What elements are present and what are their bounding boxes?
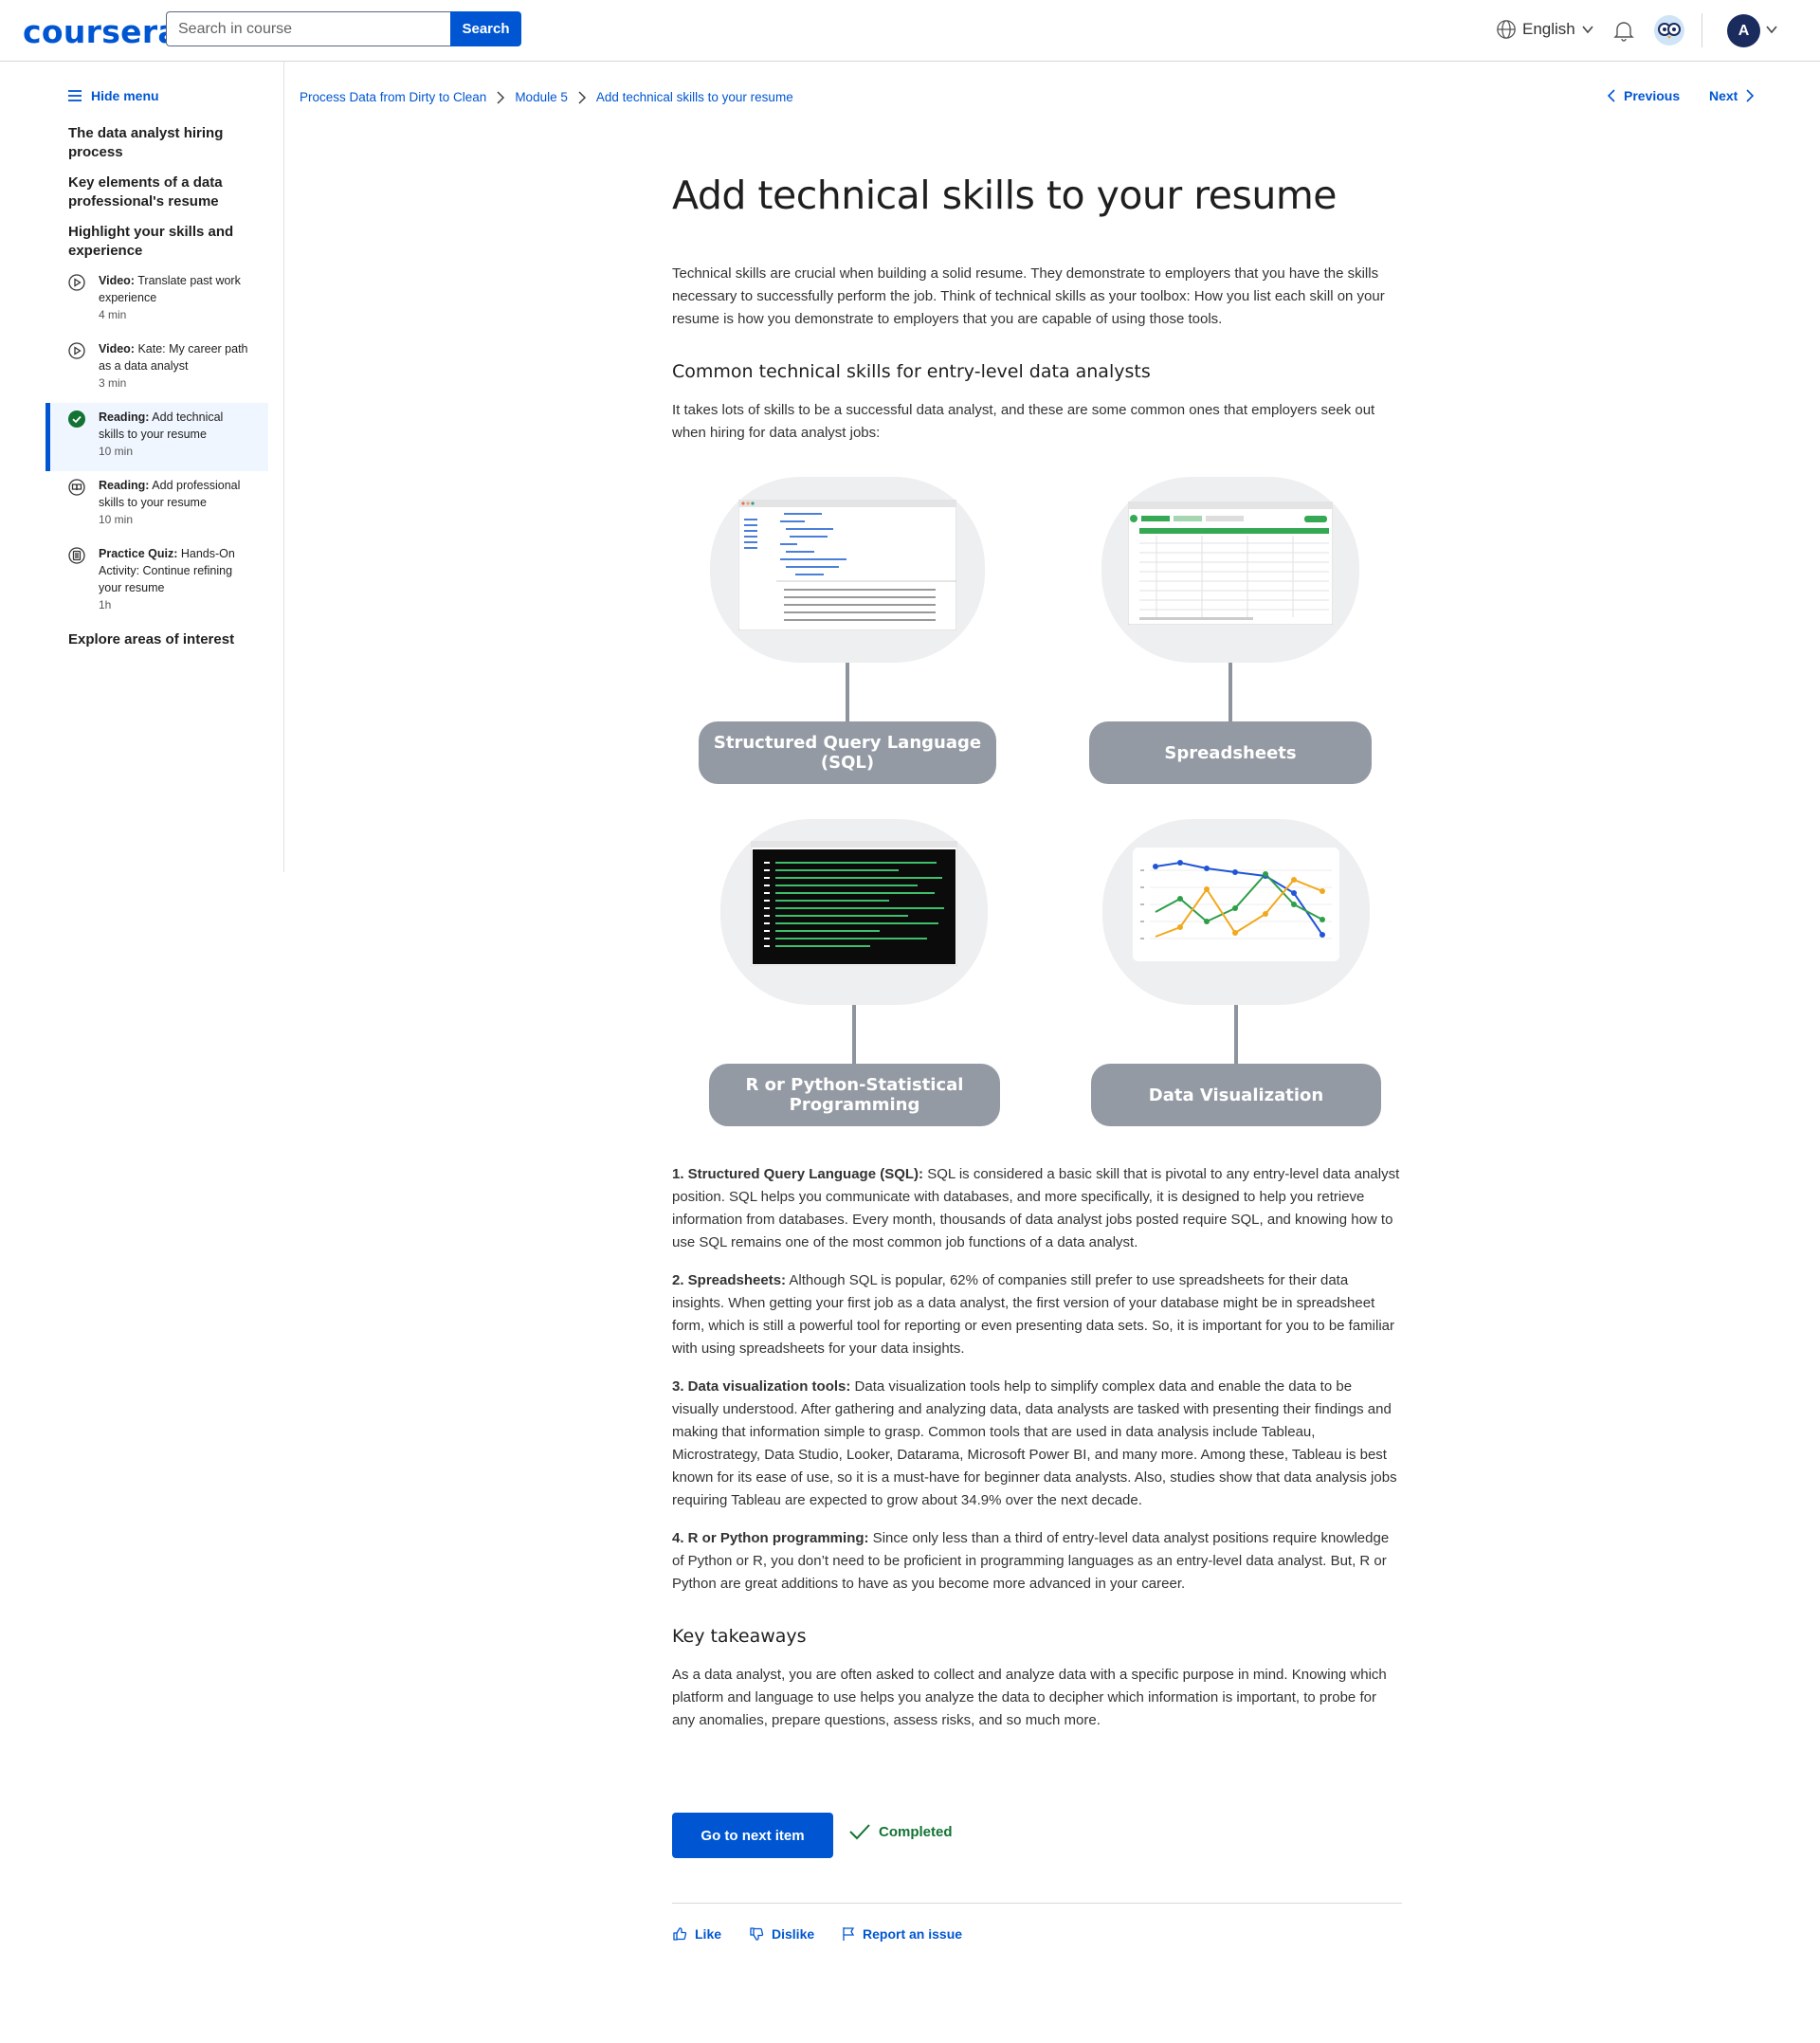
completed-status: Completed [848, 1822, 953, 1841]
list-item-lead: 3. Data visualization tools: [672, 1378, 851, 1395]
hide-menu-button[interactable]: Hide menu [68, 88, 159, 103]
sidebar-item-reading-technical[interactable]: Reading: Add technical skills to your re… [46, 403, 268, 471]
sidebar-item-practice-quiz[interactable]: Practice Quiz: Hands-On Activity: Contin… [46, 545, 268, 613]
book-icon [68, 479, 85, 496]
subintro-paragraph: It takes lots of skills to be a successf… [672, 402, 1375, 441]
sidebar-item-video-translate[interactable]: Video: Translate past work experience 4 … [46, 272, 268, 323]
coach-owl-icon[interactable] [1654, 15, 1684, 46]
chevron-right-icon [1746, 89, 1755, 102]
breadcrumb-module[interactable]: Module 5 [515, 90, 568, 104]
breadcrumb-item[interactable]: Add technical skills to your resume [596, 90, 793, 104]
chevron-right-icon [578, 90, 586, 104]
chevron-right-icon [497, 90, 505, 104]
go-to-next-item-button[interactable]: Go to next item [672, 1813, 833, 1858]
list-item: 2. Spreadsheets: Although SQL is popular… [672, 1269, 1402, 1360]
flag-icon [843, 1927, 855, 1941]
quiz-icon [68, 547, 85, 564]
language-label: English [1522, 20, 1575, 38]
search-button[interactable]: Search [450, 11, 521, 46]
spreadsheets-connector [1228, 663, 1232, 721]
spreadsheet-image [1128, 502, 1333, 625]
menu-icon [68, 90, 82, 101]
like-label: Like [695, 1926, 722, 1942]
sql-connector [846, 663, 849, 721]
line-chart-image [1133, 848, 1339, 961]
item-duration: 4 min [99, 308, 127, 321]
list-item: 1. Structured Query Language (SQL): SQL … [672, 1163, 1402, 1254]
avatar[interactable]: A [1727, 14, 1760, 47]
section-highlight-skills[interactable]: Highlight your skills and experience [68, 223, 258, 261]
chevron-down-icon [1582, 26, 1593, 34]
takeaways-heading: Key takeaways [672, 1626, 807, 1647]
list-item-text: Data visualization tools help to simplif… [672, 1378, 1397, 1508]
programming-label: R or Python-Statistical Programming [709, 1064, 1000, 1126]
viz-connector [1234, 1005, 1238, 1064]
check-complete-icon [68, 410, 85, 428]
hide-menu-label: Hide menu [91, 88, 159, 103]
globe-icon [1497, 20, 1516, 39]
list-item: 3. Data visualization tools: Data visual… [672, 1376, 1402, 1512]
chevron-down-icon[interactable] [1765, 23, 1778, 36]
previous-label: Previous [1624, 88, 1681, 103]
spreadsheets-label: Spreadsheets [1089, 721, 1372, 784]
next-button[interactable]: Next [1709, 88, 1755, 103]
item-duration: 10 min [99, 445, 134, 458]
like-button[interactable]: Like [672, 1926, 721, 1942]
reading-content: Add technical skills to your resume Tech… [672, 171, 1402, 1732]
bell-icon [1613, 22, 1634, 42]
course-search: Search [166, 11, 521, 46]
code-terminal-image [751, 841, 957, 966]
skills-figure: Structured Query Language (SQL) Spreadsh… [672, 464, 1402, 1127]
divider [672, 1903, 1402, 1904]
item-duration: 1h [99, 598, 112, 611]
next-label: Next [1709, 88, 1738, 103]
programming-connector [852, 1005, 856, 1064]
intro-paragraph: Technical skills are crucial when buildi… [672, 265, 1385, 327]
sidebar-item-video-kate[interactable]: Video: Kate: My career path as a data an… [46, 340, 268, 392]
sql-label: Structured Query Language (SQL) [699, 721, 996, 784]
dislike-button[interactable]: Dislike [749, 1926, 814, 1942]
checkmark-icon [849, 1824, 870, 1840]
section-hiring-process[interactable]: The data analyst hiring process [68, 124, 258, 162]
breadcrumb: Process Data from Dirty to Clean Module … [300, 90, 793, 104]
list-item-lead: 4. R or Python programming: [672, 1530, 869, 1546]
report-issue-button[interactable]: Report an issue [842, 1926, 962, 1942]
item-type: Reading: [99, 410, 150, 424]
page-title: Add technical skills to your resume [672, 173, 1337, 218]
report-label: Report an issue [863, 1926, 963, 1942]
chevron-left-icon [1607, 89, 1615, 102]
section-resume-elements[interactable]: Key elements of a data professional's re… [68, 173, 258, 211]
viz-label: Data Visualization [1091, 1064, 1381, 1126]
dislike-label: Dislike [772, 1926, 815, 1942]
item-type: Video: [99, 274, 135, 287]
skills-list: 1. Structured Query Language (SQL): SQL … [672, 1163, 1402, 1596]
item-type: Reading: [99, 479, 150, 492]
thumbs-down-icon [750, 1927, 764, 1941]
course-sidebar: Hide menu The data analyst hiring proces… [0, 62, 284, 872]
list-item: 4. R or Python programming: Since only l… [672, 1527, 1402, 1596]
item-duration: 3 min [99, 376, 127, 390]
item-type: Video: [99, 342, 135, 356]
section-heading: Common technical skills for entry-level … [672, 361, 1151, 382]
notifications-button[interactable] [1613, 19, 1634, 46]
takeaways-paragraph: As a data analyst, you are often asked t… [672, 1667, 1387, 1728]
play-icon [68, 274, 85, 291]
previous-button[interactable]: Previous [1607, 88, 1680, 103]
sidebar-item-reading-professional[interactable]: Reading: Add professional skills to your… [46, 477, 268, 528]
completed-label: Completed [879, 1823, 953, 1840]
top-header: coursera Search English A [0, 0, 1820, 62]
item-duration: 10 min [99, 513, 134, 526]
play-icon [68, 342, 85, 359]
sql-editor-image [738, 500, 956, 630]
list-item-lead: 1. Structured Query Language (SQL): [672, 1166, 924, 1182]
item-type: Practice Quiz: [99, 547, 178, 560]
breadcrumb-course[interactable]: Process Data from Dirty to Clean [300, 90, 486, 104]
thumbs-up-icon [673, 1927, 687, 1941]
coursera-logo[interactable]: coursera [23, 13, 179, 50]
language-selector[interactable]: English [1496, 19, 1594, 40]
search-input[interactable] [166, 11, 450, 46]
list-item-lead: 2. Spreadsheets: [672, 1272, 787, 1288]
section-explore-interest[interactable]: Explore areas of interest [68, 630, 258, 649]
